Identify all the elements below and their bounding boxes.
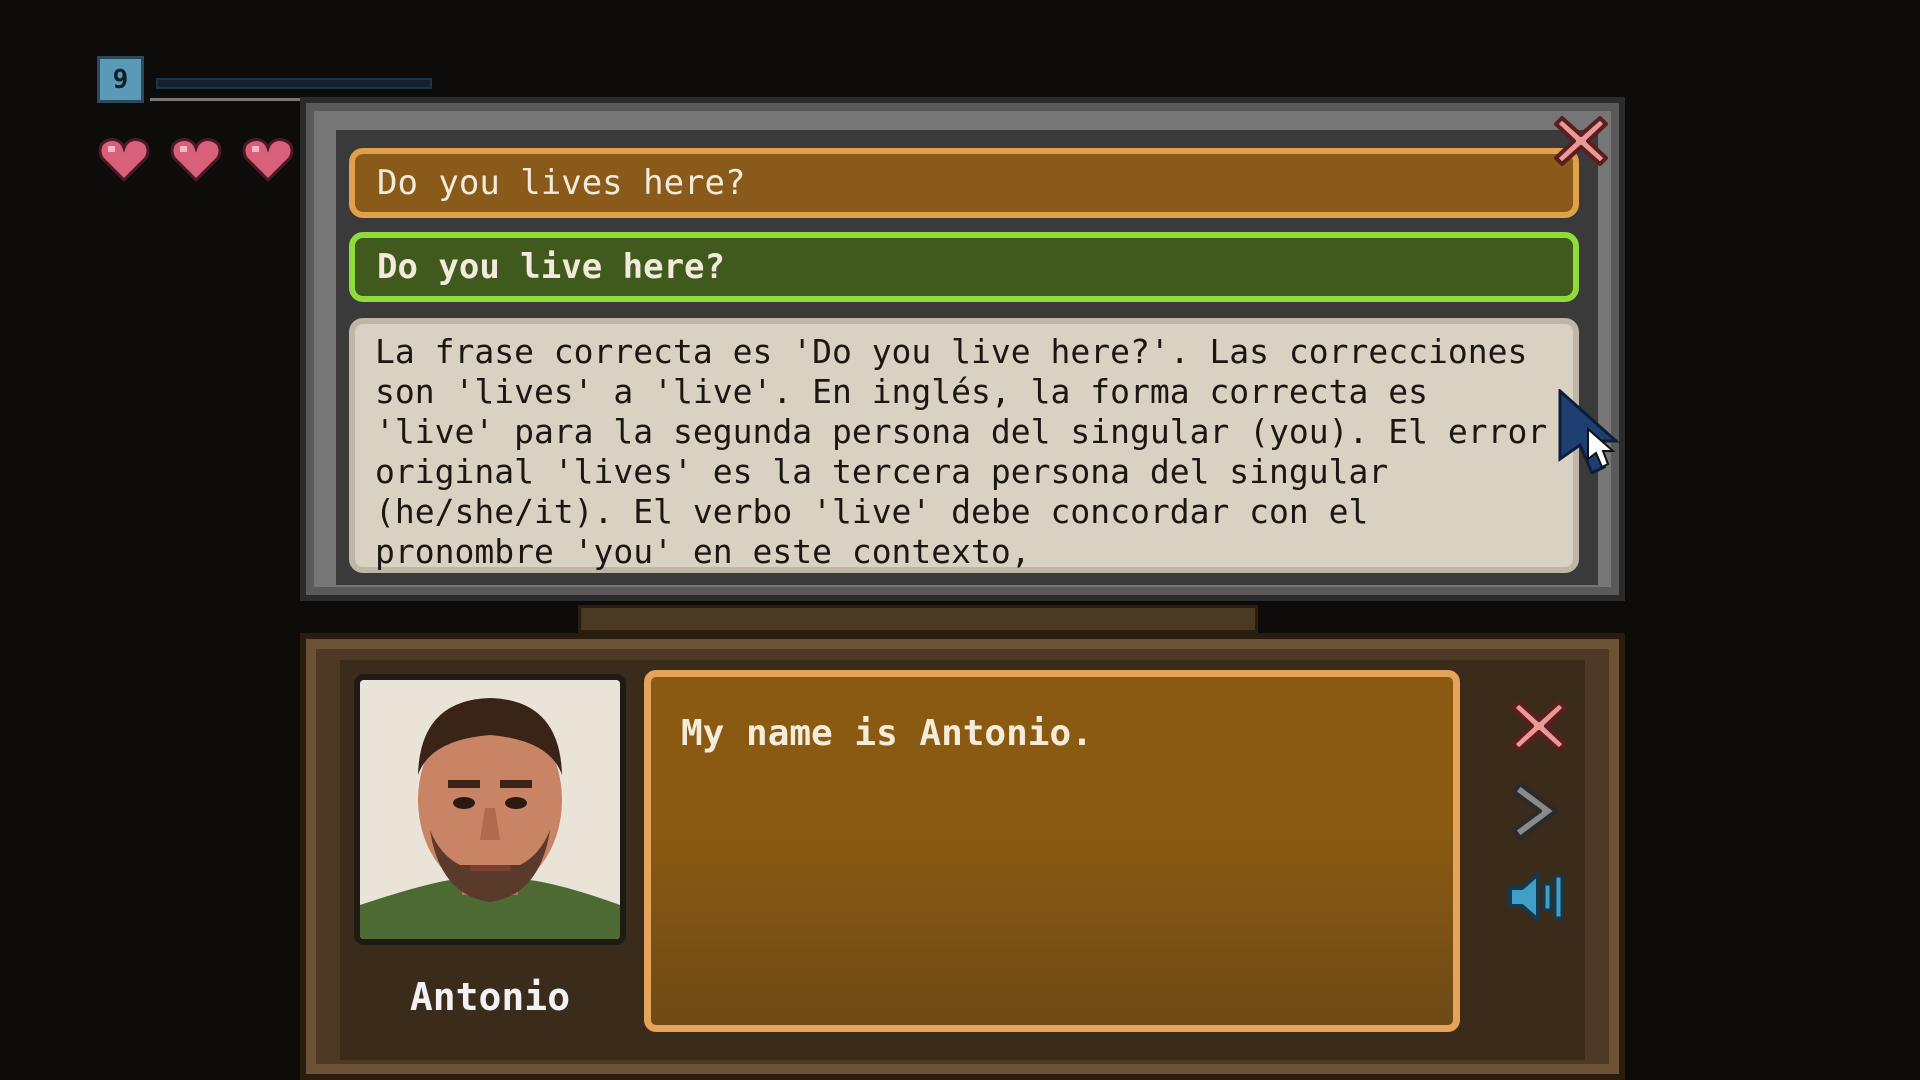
- decorative-shelf: [578, 605, 1258, 633]
- heart-icon: [170, 138, 222, 182]
- level-badge: 9: [97, 56, 144, 103]
- npc-portrait: [354, 674, 626, 945]
- incorrect-sentence: Do you lives here?: [349, 148, 1579, 218]
- close-icon[interactable]: [1508, 695, 1570, 757]
- npc-face-image: [360, 680, 620, 939]
- heart-icon: [242, 138, 294, 182]
- correct-sentence: Do you live here?: [349, 232, 1579, 302]
- dialog-text: My name is Antonio.: [681, 713, 1093, 754]
- close-icon[interactable]: [1552, 112, 1610, 170]
- explanation-text: La frase correcta es 'Do you live here?'…: [349, 318, 1579, 573]
- incorrect-sentence-text: Do you lives here?: [377, 163, 746, 203]
- heart-icon: [98, 138, 150, 182]
- xp-bar: [156, 78, 432, 89]
- hud-divider: [150, 98, 300, 101]
- dialog-box: My name is Antonio.: [644, 670, 1460, 1032]
- npc-name: Antonio: [409, 975, 571, 1019]
- chevron-right-icon[interactable]: [1506, 780, 1568, 842]
- speaker-icon[interactable]: [1504, 866, 1566, 928]
- correct-sentence-text: Do you live here?: [377, 247, 725, 287]
- pointer-cursor-icon: [1558, 389, 1620, 474]
